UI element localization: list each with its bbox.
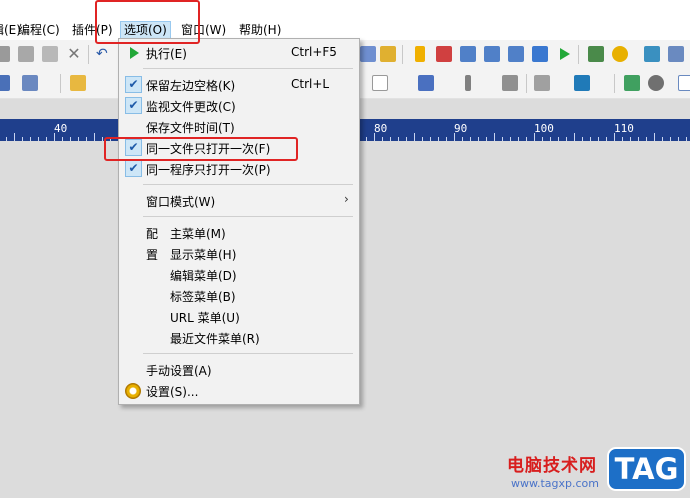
menu-help[interactable]: 帮助(H) xyxy=(239,22,281,38)
toolbar-separator xyxy=(60,74,61,93)
gear-icon[interactable] xyxy=(612,46,628,62)
menu-item-main-menu[interactable]: 配 主菜单(M) xyxy=(119,222,359,243)
menu-item-label: 编辑菜单(D) xyxy=(170,269,237,283)
toolbar-separator xyxy=(402,45,403,64)
highlight-box-options-menu xyxy=(95,0,200,44)
shortcut-label: Ctrl+L xyxy=(291,77,330,91)
menu-item-label: 同一程序只打开一次(P) xyxy=(146,163,271,177)
ruler-tick xyxy=(414,133,415,141)
watermark-tag-badge: TAG xyxy=(607,447,686,491)
menu-item-display-menu[interactable]: 置 显示菜单(H) xyxy=(119,243,359,264)
ruler-number: 100 xyxy=(534,122,554,135)
menu-item-label: URL 菜单(U) xyxy=(170,311,240,325)
ruler-number: 90 xyxy=(454,122,468,135)
menu-separator xyxy=(143,216,353,217)
pages-icon[interactable] xyxy=(668,46,684,62)
menu-item-label: 手动设置(A) xyxy=(146,364,212,378)
paste-icon[interactable] xyxy=(42,46,58,62)
toolbar-separator xyxy=(578,45,579,64)
menu-item-same-program-once[interactable]: ✔ 同一程序只打开一次(P) xyxy=(119,158,359,179)
checkmark-icon: ✔ xyxy=(125,76,142,93)
watermark-site-name: 电脑技术网 xyxy=(507,456,597,476)
folder-icon[interactable] xyxy=(70,75,86,91)
columns-icon[interactable] xyxy=(460,46,476,62)
toolbar-icon-1[interactable] xyxy=(360,46,376,62)
search-icon[interactable] xyxy=(22,75,38,91)
save-icon[interactable] xyxy=(0,75,10,91)
ruler-number: 80 xyxy=(374,122,388,135)
shortcut-label: Ctrl+F5 xyxy=(291,45,337,59)
menu-item-url-menu[interactable]: URL 菜单(U) xyxy=(119,306,359,327)
menu-item-label: 主菜单(M) xyxy=(170,227,226,241)
menu-item-label: 标签菜单(B) xyxy=(170,290,236,304)
toolbar-separator xyxy=(526,74,527,93)
bell-icon[interactable] xyxy=(415,46,425,62)
menu-program[interactable]: 编程(C) xyxy=(18,22,60,38)
cut-icon[interactable] xyxy=(0,46,10,62)
ruler-tick xyxy=(654,133,655,141)
menu-item-label: 窗口模式(W) xyxy=(146,195,216,209)
menu-separator xyxy=(143,68,353,69)
book-icon[interactable] xyxy=(644,46,660,62)
document-icon[interactable] xyxy=(588,46,604,62)
sort-icon[interactable] xyxy=(418,75,434,91)
toolbar-separator xyxy=(88,45,89,64)
music-icon[interactable] xyxy=(624,75,640,91)
split-view-icon[interactable] xyxy=(484,46,500,62)
menu-separator xyxy=(143,184,353,185)
checkmark-icon: ✔ xyxy=(125,97,142,114)
menu-item-settings[interactable]: 设置(S)... xyxy=(119,380,359,401)
wrench-icon[interactable] xyxy=(532,46,548,62)
bookmark-icon[interactable] xyxy=(465,75,471,91)
ruler-number: 110 xyxy=(614,122,634,135)
keyboard-icon[interactable] xyxy=(534,75,550,91)
ruler-tick xyxy=(574,133,575,141)
speaker-icon[interactable] xyxy=(648,75,664,91)
menu-item-label: 显示菜单(H) xyxy=(170,248,237,262)
menu-item-edit-menu[interactable]: 编辑菜单(D) xyxy=(119,264,359,285)
toolbar-separator xyxy=(614,74,615,93)
menu-item-label: 保存文件时间(T) xyxy=(146,121,235,135)
menu-item-tag-menu[interactable]: 标签菜单(B) xyxy=(119,285,359,306)
grid-icon[interactable] xyxy=(380,46,396,62)
play-icon xyxy=(130,47,139,59)
ruler-tick xyxy=(14,133,15,141)
ruler-number: 40 xyxy=(54,122,68,135)
highlight-box-same-file-once xyxy=(104,137,298,161)
watermark-url: www.tagxp.com xyxy=(511,477,599,490)
copy-icon[interactable] xyxy=(18,46,34,62)
menu-item-label: 最近文件菜单(R) xyxy=(170,332,260,346)
group-prefix: 配 xyxy=(146,227,159,241)
run-icon[interactable] xyxy=(556,46,572,62)
window-icon[interactable] xyxy=(508,46,524,62)
checkmark-icon: ✔ xyxy=(125,160,142,177)
list-icon[interactable] xyxy=(436,46,452,62)
ruler-tick xyxy=(94,133,95,141)
menu-item-window-mode[interactable]: 窗口模式(W) › xyxy=(119,190,359,211)
menu-item-label: 执行(E) xyxy=(146,47,187,61)
menu-item-recent-files-menu[interactable]: 最近文件菜单(R) xyxy=(119,327,359,348)
new-file-icon[interactable] xyxy=(372,75,388,91)
menu-item-save-file-time[interactable]: 保存文件时间(T) xyxy=(119,116,359,137)
ruler-tick xyxy=(494,133,495,141)
menu-item-execute[interactable]: 执行(E) Ctrl+F5 xyxy=(119,42,359,63)
submenu-arrow-icon: › xyxy=(344,192,349,206)
options-menu: 执行(E) Ctrl+F5 ✔ 保留左边空格(K) Ctrl+L ✔ 监视文件更… xyxy=(118,38,360,405)
fx-icon[interactable] xyxy=(502,75,518,91)
undo-icon[interactable]: ↶ xyxy=(96,46,112,62)
menu-item-monitor-file-changes[interactable]: ✔ 监视文件更改(C) xyxy=(119,95,359,116)
menu-item-manual-settings[interactable]: 手动设置(A) xyxy=(119,359,359,380)
group-prefix: 置 xyxy=(146,248,159,262)
page-icon[interactable] xyxy=(678,75,690,91)
gear-icon xyxy=(125,383,141,399)
menu-separator xyxy=(143,353,353,354)
menu-item-label: 设置(S)... xyxy=(146,385,199,399)
menu-item-label: 监视文件更改(C) xyxy=(146,100,236,114)
menu-item-label: 保留左边空格(K) xyxy=(146,79,236,93)
menu-item-keep-left-margin[interactable]: ✔ 保留左边空格(K) Ctrl+L xyxy=(119,74,359,95)
delete-icon[interactable]: ✕ xyxy=(66,46,82,62)
panel-icon[interactable] xyxy=(574,75,590,91)
